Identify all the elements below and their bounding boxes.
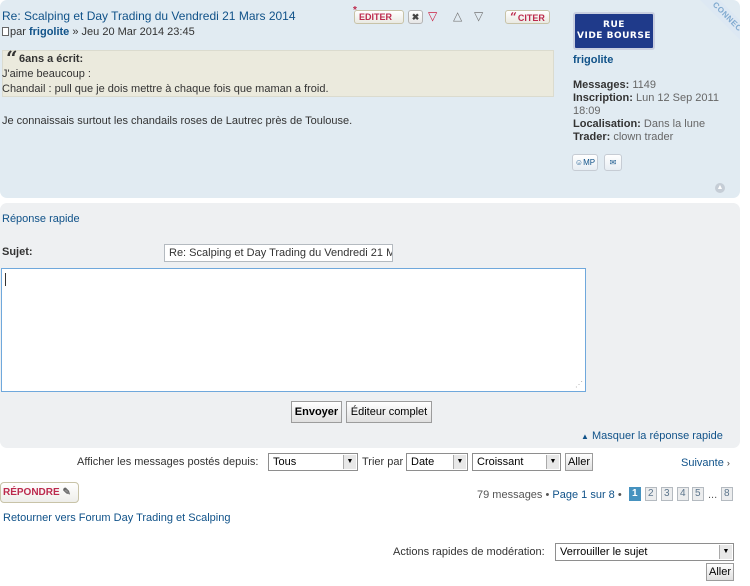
quote-open-icon: “ xyxy=(6,46,18,70)
profile-messages-value[interactable]: 1149 xyxy=(632,79,656,91)
pm-button-label: MP xyxy=(583,158,596,167)
page-indicator[interactable]: Page 1 sur 8 xyxy=(552,489,614,501)
moderation-go-button[interactable]: Aller xyxy=(706,563,734,581)
post-by-prefix: par xyxy=(10,26,26,38)
subject-input[interactable]: Re: Scalping et Day Trading du Vendredi … xyxy=(164,244,393,262)
dropdown-arrow-icon: ▼ xyxy=(719,545,732,559)
quote-mark-icon: “ xyxy=(510,10,517,24)
profile-inscription-time-value: 18:09 xyxy=(573,105,601,117)
full-editor-button[interactable]: Éditeur complet xyxy=(346,401,432,423)
quote-button[interactable]: “CITER xyxy=(505,10,550,24)
page-link[interactable]: 2 xyxy=(645,487,657,501)
next-topic-link[interactable]: Suivante › xyxy=(681,457,730,469)
moderation-select-value: Verrouiller le sujet xyxy=(560,546,648,558)
profile-localisation-label: Localisation: xyxy=(573,118,641,130)
profile-localisation-value: Dans la lune xyxy=(643,118,706,130)
info-icon[interactable]: ▽ xyxy=(474,9,483,23)
sort-by-label: Trier par xyxy=(362,456,404,468)
profile-messages-label: Messages: xyxy=(573,79,630,91)
sort-key-value: Date xyxy=(411,456,435,468)
dropdown-arrow-icon: ▼ xyxy=(453,455,466,469)
online-ribbon-label: CONNECTÉ xyxy=(694,0,740,58)
days-select-value: Tous xyxy=(273,456,297,468)
report-icon[interactable]: ▽ xyxy=(428,9,437,23)
envelope-icon: ✉ xyxy=(609,158,617,167)
page-link-last[interactable]: 8 xyxy=(721,487,733,501)
profile-trader: Trader: clown trader xyxy=(573,131,673,143)
page-link-active[interactable]: 1 xyxy=(629,487,641,501)
profile-inscription-label: Inscription: xyxy=(573,92,633,104)
user-icon: ☺ xyxy=(574,158,584,167)
resize-grip-icon[interactable]: ⋰ xyxy=(575,381,583,389)
private-message-button[interactable]: ☺MP xyxy=(572,154,598,171)
text-caret xyxy=(5,273,6,286)
online-ribbon: CONNECTÉ xyxy=(680,0,740,60)
post-meta: par frigolite » Jeu 20 Mar 2014 23:45 xyxy=(2,26,195,38)
back-to-top-icon[interactable]: ▲ xyxy=(715,183,725,193)
chevron-up-icon: ▲ xyxy=(581,432,589,441)
chevron-right-icon: › xyxy=(726,458,730,468)
quote-button-label: CITER xyxy=(517,13,545,23)
pencil-icon: ✎ xyxy=(62,487,71,498)
quote-cite: 6ans a écrit: xyxy=(19,53,84,65)
pagination-ellipsis: ... xyxy=(708,489,718,501)
dropdown-arrow-icon: ▼ xyxy=(546,455,559,469)
avatar-text-line: VIDE BOURSE xyxy=(577,31,651,41)
edit-button-label: EDITER xyxy=(359,12,393,22)
message-textarea[interactable]: ⋰ xyxy=(1,268,586,392)
return-to-forum-link[interactable]: Retourner vers Forum Day Trading et Scal… xyxy=(3,512,230,524)
profile-trader-value: clown trader xyxy=(613,131,674,143)
post-body: Je connaissais surtout les chandails ros… xyxy=(2,115,353,127)
subject-label: Sujet: xyxy=(2,246,33,258)
star-icon: * xyxy=(353,5,357,16)
profile-trader-label: Trader: xyxy=(573,131,611,143)
page-link[interactable]: 5 xyxy=(692,487,704,501)
send-button[interactable]: Envoyer xyxy=(291,401,342,423)
quick-reply-title: Réponse rapide xyxy=(2,213,80,225)
display-since-label: Afficher les messages postés depuis: xyxy=(77,456,259,468)
page-link[interactable]: 3 xyxy=(661,487,673,501)
avatar-text-line: RUE xyxy=(603,20,625,30)
email-button[interactable]: ✉ xyxy=(604,154,622,171)
sort-key-select[interactable]: Date ▼ xyxy=(406,453,468,471)
hide-quick-reply-label: Masquer la réponse rapide xyxy=(591,430,723,442)
quote-line: J'aime beaucoup : xyxy=(2,68,91,80)
pagination-bullet: • xyxy=(617,489,622,501)
moderation-select[interactable]: Verrouiller le sujet ▼ xyxy=(555,543,734,561)
message-count: 79 messages • xyxy=(477,489,550,501)
warn-icon[interactable]: △ xyxy=(453,9,462,23)
reply-button[interactable]: RÉPONDRE ✎ xyxy=(0,482,79,503)
quote-line: Chandail : pull que je dois mettre à cha… xyxy=(2,83,329,95)
sort-order-select[interactable]: Croissant ▼ xyxy=(472,453,561,471)
post-title-link[interactable]: Re: Scalping et Day Trading du Vendredi … xyxy=(2,9,296,23)
profile-username-link[interactable]: frigolite xyxy=(573,54,613,66)
profile-localisation: Localisation: Dans la lune xyxy=(573,118,705,130)
dropdown-arrow-icon: ▼ xyxy=(343,455,356,469)
page-link[interactable]: 4 xyxy=(677,487,689,501)
post-author-link[interactable]: frigolite xyxy=(29,26,69,38)
moderation-label: Actions rapides de modération: xyxy=(393,546,545,558)
profile-inscription: Inscription: Lun 12 Sep 2011 xyxy=(573,92,719,104)
profile-inscription-value: Lun 12 Sep 2011 xyxy=(635,92,719,104)
post-page-icon xyxy=(2,27,9,36)
filter-go-button[interactable]: Aller xyxy=(565,453,593,471)
delete-icon[interactable]: ✖ xyxy=(408,10,423,24)
avatar: RUE VIDE BOURSE xyxy=(573,12,655,50)
profile-messages: Messages: 1149 xyxy=(573,79,656,91)
edit-button[interactable]: * EDITER xyxy=(353,5,404,24)
reply-button-label: RÉPONDRE xyxy=(3,487,60,498)
sort-order-value: Croissant xyxy=(477,456,524,468)
next-topic-label: Suivante xyxy=(681,457,724,469)
pagination-summary: 79 messages • Page 1 sur 8 • xyxy=(477,489,622,501)
post-date: » Jeu 20 Mar 2014 23:45 xyxy=(72,26,195,38)
days-select[interactable]: Tous ▼ xyxy=(268,453,358,471)
profile-inscription-time: 18:09 xyxy=(573,105,601,117)
hide-quick-reply-link[interactable]: ▲ Masquer la réponse rapide xyxy=(581,430,723,442)
